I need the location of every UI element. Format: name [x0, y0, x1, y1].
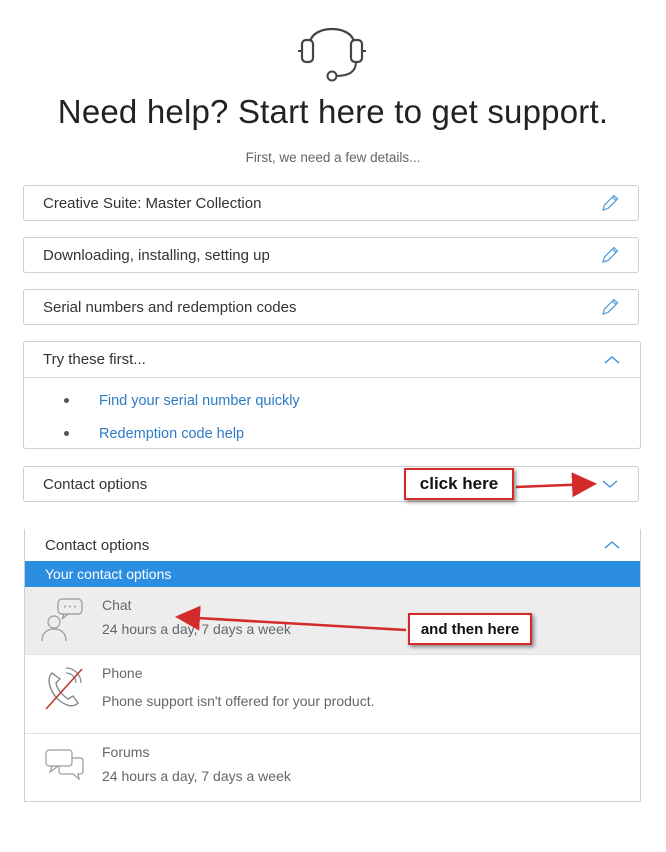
- list-item: Redemption code help: [64, 417, 640, 450]
- page-subtitle: First, we need a few details...: [245, 150, 421, 165]
- list-item: Find your serial number quickly: [64, 384, 640, 417]
- product-selection-row[interactable]: Creative Suite: Master Collection: [23, 185, 639, 221]
- contact-options-collapsed[interactable]: Contact options: [23, 466, 639, 502]
- forums-option-desc: 24 hours a day, 7 days a week: [102, 768, 291, 784]
- try-first-list: Find your serial number quickly Redempti…: [24, 378, 640, 450]
- contact-options-label: Contact options: [45, 536, 150, 554]
- bullet: [64, 431, 69, 436]
- contact-options-label: Contact options: [43, 475, 148, 493]
- click-here-callout: click here: [404, 468, 514, 500]
- forums-icon: [25, 734, 102, 800]
- pencil-icon[interactable]: [598, 295, 622, 319]
- product-label: Creative Suite: Master Collection: [43, 194, 262, 212]
- chevron-up-icon[interactable]: [600, 533, 624, 557]
- topic-selection-row[interactable]: Downloading, installing, setting up: [23, 237, 639, 273]
- redemption-code-help-link[interactable]: Redemption code help: [99, 426, 244, 442]
- issue-selection-row[interactable]: Serial numbers and redemption codes: [23, 289, 639, 325]
- forums-option-name: Forums: [102, 744, 150, 760]
- topic-label: Downloading, installing, setting up: [43, 246, 270, 264]
- chat-option-desc: 24 hours a day, 7 days a week: [102, 621, 291, 637]
- headset-icon: [298, 27, 366, 82]
- bullet: [64, 398, 69, 403]
- phone-option: Phone Phone support isn't offered for yo…: [25, 655, 640, 734]
- phone-disabled-icon: [25, 655, 102, 733]
- forums-option[interactable]: Forums 24 hours a day, 7 days a week: [25, 734, 640, 800]
- chat-option[interactable]: Chat 24 hours a day, 7 days a week: [25, 587, 640, 655]
- chat-option-name: Chat: [102, 597, 132, 613]
- page-title: Need help? Start here to get support.: [57, 93, 609, 130]
- issue-label: Serial numbers and redemption codes: [43, 298, 297, 316]
- contact-options-bar: Your contact options: [25, 561, 640, 587]
- chevron-down-icon[interactable]: [598, 472, 622, 496]
- pencil-icon[interactable]: [598, 191, 622, 215]
- contact-options-expanded: Contact options Your contact options Cha…: [24, 529, 641, 802]
- phone-option-desc: Phone support isn't offered for your pro…: [102, 693, 375, 709]
- chevron-up-icon[interactable]: [600, 348, 624, 372]
- try-these-first-panel: Try these first... Find your serial numb…: [23, 341, 641, 449]
- find-serial-number-link[interactable]: Find your serial number quickly: [99, 393, 300, 409]
- and-then-here-callout: and then here: [408, 613, 532, 645]
- try-these-first-label: Try these first...: [43, 351, 146, 368]
- chat-agent-icon: [25, 587, 102, 654]
- pencil-icon[interactable]: [598, 243, 622, 267]
- phone-option-name: Phone: [102, 665, 143, 681]
- try-these-first-header[interactable]: Try these first...: [24, 342, 640, 378]
- contact-options-header[interactable]: Contact options: [25, 529, 640, 561]
